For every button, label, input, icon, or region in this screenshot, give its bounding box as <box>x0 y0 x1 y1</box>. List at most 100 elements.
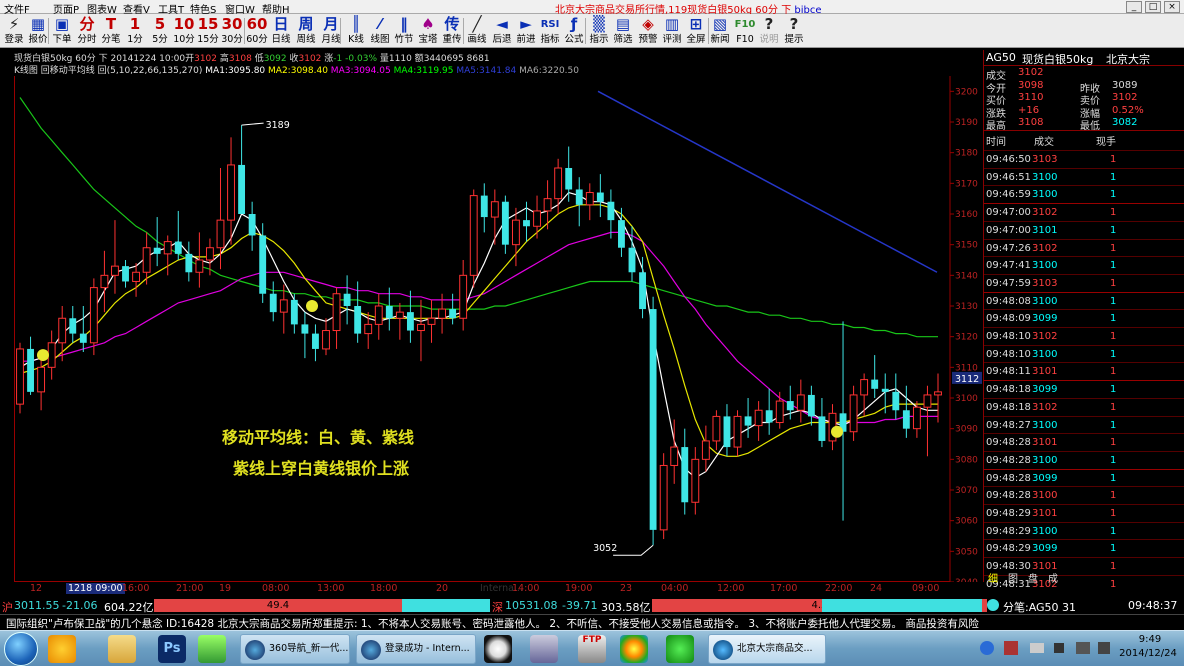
help-icon[interactable] <box>980 641 994 655</box>
tick-price: 3100 <box>1032 348 1058 360</box>
tick-time: 09:47:00 <box>986 207 1031 219</box>
toolbar-button-31[interactable]: ? 说明 <box>757 15 781 45</box>
toolbar-button-11[interactable]: 日日线 <box>269 15 293 45</box>
toolbar-button-7[interactable]: 10 10分 <box>172 15 196 45</box>
toolbar-button-21[interactable]: ► 前进 <box>514 15 538 45</box>
minimize-button[interactable]: _ <box>1126 1 1142 13</box>
browser-icon[interactable] <box>620 635 648 663</box>
tick-qty: 1 <box>1110 277 1117 289</box>
maximize-button[interactable]: □ <box>1145 1 1161 13</box>
ftp-icon[interactable]: FTP <box>578 635 606 663</box>
taskbar-item-ie[interactable]: 登录成功 - Intern... <box>356 634 476 664</box>
close-button[interactable]: × <box>1164 1 1180 13</box>
tick-time: 09:48:28 <box>986 437 1031 449</box>
toolbar-button-2[interactable]: ▣ 下单 <box>50 15 74 45</box>
network-icon[interactable] <box>1076 642 1090 654</box>
candle-body-up <box>100 274 109 289</box>
toolbar-button-15[interactable]: ⁄ 线图 <box>368 15 392 45</box>
quote-tab-2[interactable]: 盘 <box>1028 570 1038 585</box>
candle-body-up <box>37 366 46 393</box>
toolbar-button-32[interactable]: ? 提示 <box>782 15 806 45</box>
tick-time: 09:48:08 <box>986 295 1031 307</box>
toolbar-button-6[interactable]: 5 5分 <box>148 15 172 45</box>
quote-tab-3[interactable]: 成 <box>1048 570 1058 585</box>
taskbar-item-360[interactable]: 360导航_新一代... <box>240 634 350 664</box>
candle-body-down <box>744 416 752 426</box>
toolbar-icon: ⚡ <box>8 15 20 33</box>
toolbar-button-29[interactable]: ▧ 新闻 <box>708 15 732 45</box>
volume-icon[interactable] <box>1098 642 1110 654</box>
toolbar-button-1[interactable]: ▦ 报价 <box>26 15 50 45</box>
toolbar-button-5[interactable]: 1 1分 <box>123 15 147 45</box>
quote-tab-0[interactable]: 细 <box>988 570 998 585</box>
tick-time: 09:48:28 <box>986 454 1031 466</box>
toolbar-button-14[interactable]: ║ K线 <box>344 15 368 45</box>
app-icon-2[interactable] <box>198 635 226 663</box>
candle-body-up <box>132 271 140 282</box>
toolbar-button-4[interactable]: T 分笔 <box>99 15 123 45</box>
toolbar-button-17[interactable]: ♠ 宝塔 <box>416 15 440 45</box>
toolbar-label: 前进 <box>516 34 536 45</box>
ma-legend-item-1: MA1:3095.80 <box>205 66 266 76</box>
ma-title[interactable]: K线图 回移动平均线 回(5,10,22,66,135,270) <box>14 66 202 76</box>
quote-code: AG50 <box>986 51 1016 64</box>
candle-body-down <box>681 447 689 503</box>
taskbar-item-trader[interactable]: 北京大宗商品交... <box>708 634 826 664</box>
toolbar-button-16[interactable]: ‖ 竹节 <box>392 15 416 45</box>
candle-body-down <box>501 201 509 245</box>
candlestick-chart[interactable]: 3200 3190 3180 3170 3160 3150 3140 3130 3120 3110… <box>14 76 982 582</box>
toolbar-icon: 30 <box>221 15 243 33</box>
toolbar-icon: ▣ <box>54 15 70 33</box>
tick-price: 3100 <box>1032 189 1058 201</box>
toolbar-button-24[interactable]: ▒ 指示 <box>587 15 611 45</box>
photoshop-icon[interactable]: Ps <box>158 635 186 663</box>
qq-icon[interactable] <box>484 635 512 663</box>
toolbar-label: 15分 <box>197 34 219 45</box>
tick-qty: 1 <box>1110 348 1117 360</box>
toolbar-button-18[interactable]: 传重传 <box>440 15 464 45</box>
toolbar-button-3[interactable]: 分分时 <box>75 15 99 45</box>
toolbar-button-30[interactable]: F10 F10 <box>733 15 757 45</box>
price-tick-label: 3100 <box>955 394 978 404</box>
tick-row: 09:48:11 3101 1 <box>984 362 1184 380</box>
toolbar-button-25[interactable]: ▤ 筛选 <box>611 15 635 45</box>
time-axis: 12 1218 09:00 16:00 21:00 19 08:00 13:00 18:00 2… <box>14 582 982 596</box>
time-axis-label: 12:00 <box>717 583 745 594</box>
toolbar-label: 公式 <box>564 34 584 45</box>
toolbar-button-27[interactable]: ▥ 评测 <box>660 15 684 45</box>
app-icon-4[interactable] <box>666 635 694 663</box>
sh-strength-bar-neg <box>402 599 490 612</box>
tick-row: 09:46:59 3100 1 <box>984 185 1184 203</box>
toolbar-button-22[interactable]: RSI 指标 <box>538 15 562 45</box>
toolbar-icon: 60 <box>246 15 268 33</box>
toolbar-label: 指示 <box>589 34 609 45</box>
start-button[interactable] <box>4 632 38 666</box>
tray-time: 9:49 <box>1138 634 1162 645</box>
folder-icon[interactable] <box>108 635 136 663</box>
time-axis-label: 04:00 <box>661 583 689 594</box>
candle-body-down <box>185 253 193 273</box>
candle-body-down <box>607 201 615 221</box>
tray-network-icon[interactable] <box>1030 643 1044 653</box>
toolbar-button-9[interactable]: 30 30分 <box>220 15 244 45</box>
news-ticker[interactable]: 国际组织"卢布保卫战"的几个悬念 ID:16428 北京大宗商品交易所郑重提示:… <box>0 614 1184 629</box>
toolbar-button-12[interactable]: 周周线 <box>294 15 318 45</box>
tray-icon[interactable] <box>1004 641 1018 655</box>
toolbar-button-26[interactable]: ◈ 预警 <box>636 15 660 45</box>
fenbi-label[interactable]: 分笔:AG50 31 <box>1003 599 1076 615</box>
toolbar-button-20[interactable]: ◄ 后退 <box>490 15 514 45</box>
toolbar-button-19[interactable]: ╱ 画线 <box>465 15 489 45</box>
toolbar-button-28[interactable]: ⊞ 全屏 <box>684 15 708 45</box>
toolbar-button-8[interactable]: 15 15分 <box>196 15 220 45</box>
app-icon-3[interactable] <box>530 635 558 663</box>
toolbar-button-0[interactable]: ⚡ 登录 <box>2 15 26 45</box>
toolbar-button-10[interactable]: 60 60分 <box>245 15 269 45</box>
toolbar-label: 说明 <box>759 34 779 45</box>
quote-tab-1[interactable]: 图 <box>1008 570 1018 585</box>
candle-body-down <box>27 348 34 392</box>
candle-body-down <box>354 306 362 334</box>
toolbar-button-23[interactable]: ƒ 公式 <box>562 15 586 45</box>
toolbar-icon: ╱ <box>472 15 482 33</box>
app-icon[interactable] <box>48 635 76 663</box>
tray-icon-2[interactable] <box>1054 643 1064 653</box>
